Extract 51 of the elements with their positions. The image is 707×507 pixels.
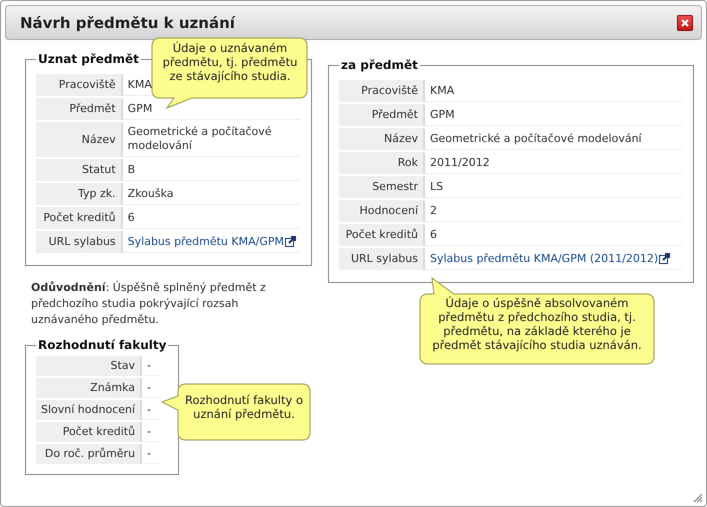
syllabus-link[interactable]: Sylabus předmětu KMA/GPM (2011/2012) bbox=[430, 252, 658, 266]
panel-legend: za předmět bbox=[339, 58, 420, 72]
field-value: 2011/2012 bbox=[425, 152, 683, 174]
field-label: Do roč. průměru bbox=[36, 444, 142, 464]
field-value: 6 bbox=[425, 224, 683, 246]
field-label: Počet kreditů bbox=[339, 224, 425, 246]
external-link-icon bbox=[285, 236, 296, 247]
field-label: Název bbox=[339, 128, 425, 150]
field-value: - bbox=[142, 356, 160, 376]
external-link-icon bbox=[659, 253, 670, 264]
field-value: - bbox=[142, 422, 160, 442]
field-label: Počet kreditů bbox=[36, 207, 123, 229]
field-label: Stav bbox=[36, 356, 142, 376]
field-value: 2 bbox=[425, 200, 683, 222]
field-value: Zkouška bbox=[122, 183, 301, 205]
tooltip: Údaje o uznávaném předmětu, tj. předmětu ze stávajícího studia. bbox=[151, 37, 309, 109]
field-label: Předmět bbox=[36, 98, 123, 120]
field-value: B bbox=[122, 159, 301, 181]
field-value: KMA bbox=[425, 80, 683, 102]
field-value: GPM bbox=[425, 104, 683, 126]
syllabus-link[interactable]: Sylabus předmětu KMA/GPM bbox=[128, 234, 284, 248]
tooltip: Údaje o úspěšně absolvovaném předmětu z předchozího studia, tj. předmětu, na základě kterého je předmět stávajícího studia uznáván. bbox=[419, 277, 655, 365]
field-label: Známka bbox=[36, 378, 142, 398]
field-label: Pracoviště bbox=[339, 80, 425, 102]
field-label: Pracoviště bbox=[36, 74, 123, 96]
resize-grip-icon[interactable] bbox=[693, 493, 703, 503]
field-value: - bbox=[142, 378, 160, 398]
field-label: Rok bbox=[339, 152, 425, 174]
justification-text: Odůvodnění: Úspěšně splněný předmět z předchozího studia pokrývající rozsah uznávaného předmětu. bbox=[31, 280, 267, 328]
close-icon bbox=[680, 18, 690, 28]
field-label: Typ zk. bbox=[36, 183, 123, 205]
close-button[interactable] bbox=[677, 14, 693, 30]
field-value: - bbox=[142, 400, 160, 420]
field-label: URL sylabus bbox=[36, 231, 123, 253]
field-value: Geometrické a počítačové modelování bbox=[425, 128, 683, 150]
field-label: Předmět bbox=[339, 104, 425, 126]
field-value: - bbox=[142, 444, 160, 464]
field-label: Semestr bbox=[339, 176, 425, 198]
panel-legend: Uznat předmět bbox=[36, 52, 141, 66]
field-label: Slovní hodnocení bbox=[36, 400, 142, 420]
field-label: Hodnocení bbox=[339, 200, 425, 222]
field-label: Počet kreditů bbox=[36, 422, 142, 442]
field-label: URL sylabus bbox=[339, 248, 425, 270]
field-value: Geometrické a počítačové modelování bbox=[122, 122, 301, 157]
panel-legend: Rozhodnutí fakulty bbox=[36, 338, 168, 352]
field-label: Statut bbox=[36, 159, 123, 181]
field-label: Název bbox=[36, 122, 123, 157]
field-value: LS bbox=[425, 176, 683, 198]
field-value: 6 bbox=[122, 207, 301, 229]
dialog-title: Návrh předmětu k uznání bbox=[20, 14, 235, 32]
tooltip: Rozhodnutí fakulty o uznání předmětu. bbox=[161, 383, 311, 441]
